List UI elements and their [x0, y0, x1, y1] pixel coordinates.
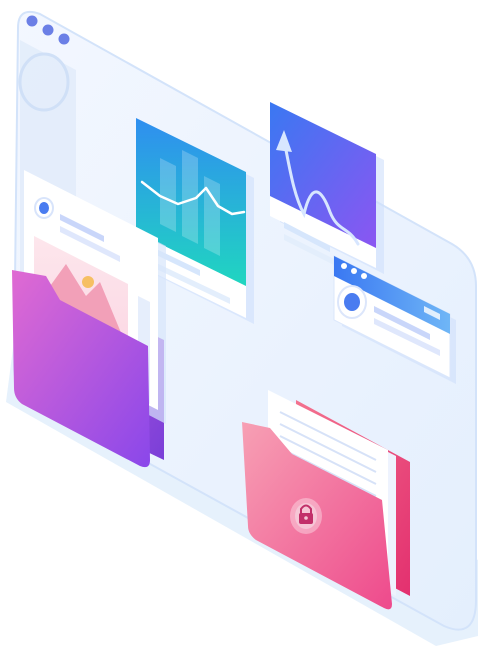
avatar-circle-icon — [337, 285, 367, 319]
padlock-icon — [290, 498, 322, 534]
avatar-circle-icon — [34, 197, 54, 219]
sun-shape — [82, 276, 94, 288]
isometric-illustration — [6, 10, 478, 646]
